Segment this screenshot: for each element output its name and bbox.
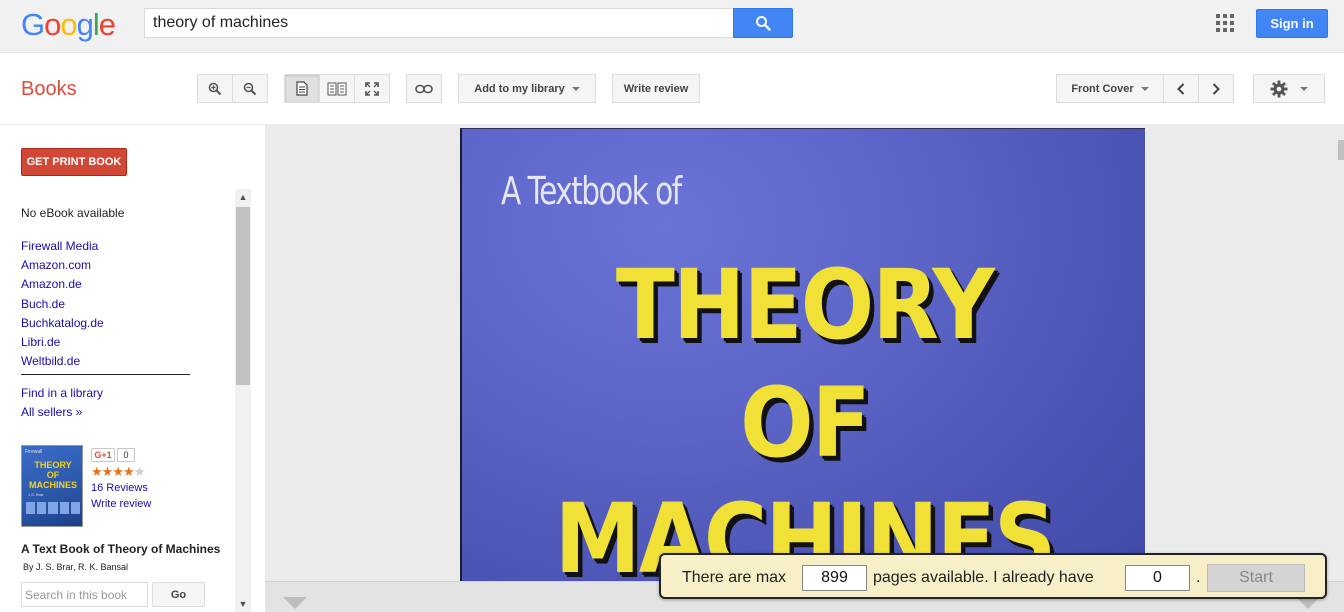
book-authors: By J. S. Brar, R. K. Bansal xyxy=(23,562,129,572)
two-page-icon xyxy=(327,82,347,95)
scrollbar-thumb[interactable] xyxy=(236,207,250,385)
star-icon: ★ xyxy=(101,464,114,479)
zoom-in-button[interactable] xyxy=(197,74,233,103)
star-rating: ★★★★★ xyxy=(91,464,146,480)
thumbnail-figures xyxy=(26,502,81,514)
page-select-label: Front Cover xyxy=(1071,82,1134,95)
cover-subtitle: A Textbook of xyxy=(501,169,682,213)
sign-in-button[interactable]: Sign in xyxy=(1256,9,1328,38)
chevron-down-icon xyxy=(571,86,580,91)
search-icon xyxy=(756,16,771,31)
cover-title-line1: THEORY xyxy=(615,249,995,361)
previous-page-button[interactable] xyxy=(1163,74,1199,103)
sidebar-scrollbar[interactable]: ▲ ▼ xyxy=(235,189,251,612)
zoom-out-icon xyxy=(243,82,257,95)
google-plus-one-button[interactable]: G+1 xyxy=(91,448,115,462)
gear-icon xyxy=(1270,80,1288,97)
apps-grid-icon[interactable] xyxy=(1216,14,1234,32)
next-page-button[interactable] xyxy=(1198,74,1234,103)
seller-link[interactable]: Amazon.com xyxy=(21,256,104,275)
all-sellers-link[interactable]: All sellers » xyxy=(21,403,103,422)
book-cover-page: A Textbook of THEORY OF MACHINES xyxy=(460,128,1145,612)
left-panel: GET PRINT BOOK No eBook available Firewa… xyxy=(0,125,265,612)
settings-button[interactable] xyxy=(1253,74,1325,103)
seller-link[interactable]: Libri.de xyxy=(21,333,104,352)
page-select-dropdown[interactable]: Front Cover xyxy=(1056,74,1164,103)
viewer-scrollbar-thumb[interactable] xyxy=(1338,140,1344,160)
seller-link[interactable]: Buch.de xyxy=(21,295,104,314)
find-links: Find in a library All sellers » xyxy=(21,384,103,422)
search-button[interactable] xyxy=(733,8,793,38)
zoom-out-button[interactable] xyxy=(232,74,268,103)
write-review-button[interactable]: Write review xyxy=(612,74,700,103)
logo-letter: o xyxy=(44,7,61,42)
logo-letter: e xyxy=(98,7,116,42)
logo-letter: G xyxy=(21,7,45,42)
link-icon xyxy=(415,84,433,93)
seller-link[interactable]: Amazon.de xyxy=(21,275,104,294)
max-pages-field[interactable] xyxy=(802,565,867,591)
cover-title-line2: OF xyxy=(740,367,871,479)
search-in-book-input[interactable] xyxy=(21,582,148,607)
max-pages-text: There are max xyxy=(682,569,787,586)
link-button[interactable] xyxy=(406,74,442,103)
seller-link[interactable]: Firewall Media xyxy=(21,237,104,256)
scroll-up-icon[interactable]: ▲ xyxy=(235,189,251,205)
find-in-library-link[interactable]: Find in a library xyxy=(21,384,103,403)
download-pages-panel: There are max pages available. I already… xyxy=(659,553,1327,599)
fullscreen-icon xyxy=(365,81,379,96)
write-review-link[interactable]: Write review xyxy=(91,498,151,510)
add-to-library-button[interactable]: Add to my library xyxy=(458,74,596,103)
book-title: A Text Book of Theory of Machines xyxy=(21,542,221,556)
thumbnail-brand: Firewall xyxy=(25,449,43,455)
google-logo[interactable]: Google xyxy=(21,7,116,43)
search-input[interactable] xyxy=(144,8,734,38)
books-toolbar: Books Add to my library Write review Fro… xyxy=(0,53,1344,125)
get-print-book-button[interactable]: GET PRINT BOOK xyxy=(21,148,127,176)
seller-link[interactable]: Buchkatalog.de xyxy=(21,314,104,333)
collapse-arrow-icon[interactable] xyxy=(283,597,307,609)
logo-letter: g xyxy=(76,7,94,42)
already-have-field[interactable] xyxy=(1125,565,1190,591)
plus-one-count: 0 xyxy=(117,448,135,462)
start-button[interactable]: Start xyxy=(1207,564,1305,592)
write-review-label: Write review xyxy=(623,82,689,95)
two-page-view-button[interactable] xyxy=(319,74,355,103)
scroll-down-icon[interactable]: ▼ xyxy=(235,596,251,612)
book-thumbnail[interactable]: Firewall THEORY OF MACHINES J.S. Brar xyxy=(21,445,83,527)
thumbnail-title: THEORY OF MACHINES xyxy=(29,460,78,490)
star-icon: ★ xyxy=(91,464,103,479)
chevron-left-icon xyxy=(1177,82,1185,95)
logo-letter: o xyxy=(60,7,77,42)
chevron-right-icon xyxy=(1212,82,1220,95)
top-bar: Google Sign in xyxy=(0,0,1344,53)
seller-list: Firewall Media Amazon.com Amazon.de Buch… xyxy=(21,237,104,371)
zoom-in-icon xyxy=(208,82,222,95)
fullscreen-button[interactable] xyxy=(354,74,390,103)
seller-link[interactable]: Weltbild.de xyxy=(21,352,104,371)
no-ebook-text: No eBook available xyxy=(21,206,125,220)
period-text: . xyxy=(1196,569,1201,586)
divider xyxy=(21,374,190,375)
single-page-view-button[interactable] xyxy=(284,74,320,103)
star-icon: ★ xyxy=(112,464,124,479)
pages-available-text: pages available. I already have xyxy=(873,569,1094,586)
chevron-down-icon xyxy=(1140,86,1149,91)
star-icon: ★ xyxy=(122,464,135,479)
sidebar-scroll-area[interactable]: No eBook available Firewall Media Amazon… xyxy=(21,189,251,612)
go-button[interactable]: Go xyxy=(152,582,205,607)
thumbnail-authors: J.S. Brar xyxy=(28,492,44,497)
books-title[interactable]: Books xyxy=(21,78,77,101)
chevron-down-icon xyxy=(1300,86,1308,91)
page-icon xyxy=(296,81,308,96)
reviews-link[interactable]: 16 Reviews xyxy=(91,482,148,494)
add-to-library-label: Add to my library xyxy=(474,82,565,95)
book-viewer[interactable]: A Textbook of THEORY OF MACHINES xyxy=(265,125,1344,612)
star-empty-icon: ★ xyxy=(133,464,146,479)
